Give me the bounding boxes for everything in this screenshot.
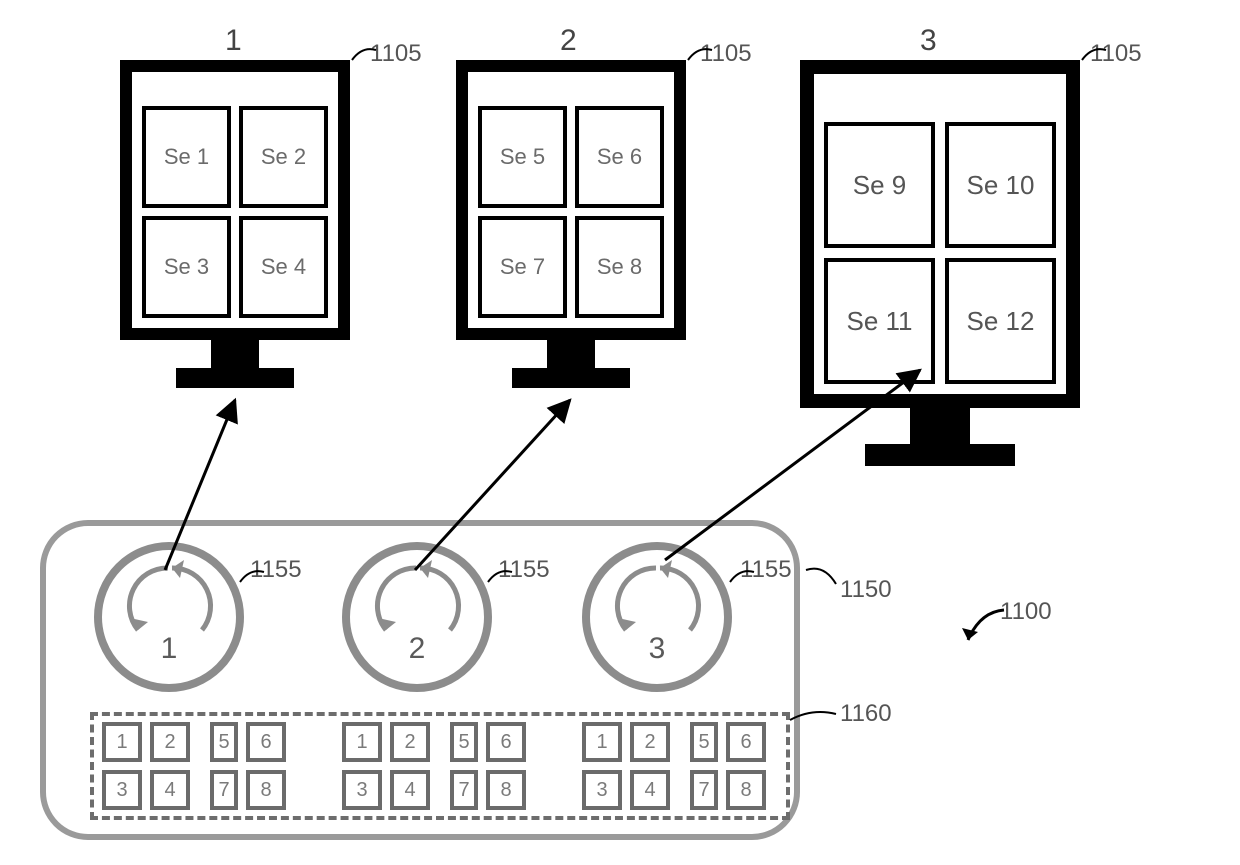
- key-3-7[interactable]: 7: [690, 770, 718, 810]
- key-3-8[interactable]: 8: [726, 770, 766, 810]
- key-1-7[interactable]: 7: [210, 770, 238, 810]
- key-2-5[interactable]: 5: [450, 722, 478, 762]
- monitor-1-base: [176, 368, 294, 388]
- monitor-3-cell-3: Se 11: [824, 258, 935, 384]
- callout-dial-2: 1155: [498, 556, 550, 584]
- callout-dial-3: 1155: [740, 556, 792, 584]
- key-2-1[interactable]: 1: [342, 722, 382, 762]
- monitor-1-neck: [211, 340, 259, 368]
- key-2-2[interactable]: 2: [390, 722, 430, 762]
- monitor-2-cell-3: Se 7: [478, 216, 567, 318]
- key-2-7[interactable]: 7: [450, 770, 478, 810]
- keypad-2: 1 2 5 6 3 4 7 8: [342, 722, 526, 810]
- key-2-6[interactable]: 6: [486, 722, 526, 762]
- monitor-3: Se 9 Se 10 Se 11 Se 12: [800, 60, 1080, 466]
- monitor-1-screen: Se 1 Se 2 Se 3 Se 4: [120, 60, 350, 340]
- key-2-8[interactable]: 8: [486, 770, 526, 810]
- dial-3-number: 3: [649, 632, 666, 666]
- monitor-1: Se 1 Se 2 Se 3 Se 4: [120, 60, 350, 388]
- key-1-4[interactable]: 4: [150, 770, 190, 810]
- rotary-dial-3[interactable]: 3: [582, 542, 732, 692]
- rotary-dial-2[interactable]: 2: [342, 542, 492, 692]
- key-1-6[interactable]: 6: [246, 722, 286, 762]
- key-3-1[interactable]: 1: [582, 722, 622, 762]
- monitor-1-topbar: [132, 72, 338, 106]
- callout-dial-1: 1155: [250, 556, 302, 584]
- rotary-dial-1[interactable]: 1: [94, 542, 244, 692]
- key-1-8[interactable]: 8: [246, 770, 286, 810]
- keypad-1: 1 2 5 6 3 4 7 8: [102, 722, 286, 810]
- callout-panel: 1150: [840, 576, 892, 604]
- key-1-2[interactable]: 2: [150, 722, 190, 762]
- monitor-1-cell-1: Se 1: [142, 106, 231, 208]
- monitor-1-cell-2: Se 2: [239, 106, 328, 208]
- monitor-2-cell-4: Se 8: [575, 216, 664, 318]
- monitor-3-neck: [910, 408, 970, 444]
- callout-monitor-1: 1105: [370, 40, 422, 68]
- key-2-3[interactable]: 3: [342, 770, 382, 810]
- monitor-3-screen: Se 9 Se 10 Se 11 Se 12: [800, 60, 1080, 408]
- key-3-4[interactable]: 4: [630, 770, 670, 810]
- diagram-canvas: 1 2 3 Se 1 Se 2 Se 3 Se 4 Se 5 Se 6 Se 7…: [0, 0, 1240, 865]
- key-2-4[interactable]: 4: [390, 770, 430, 810]
- key-3-2[interactable]: 2: [630, 722, 670, 762]
- monitor-1-label: 1: [225, 24, 242, 58]
- keypad-3: 1 2 5 6 3 4 7 8: [582, 722, 766, 810]
- monitor-3-cell-2: Se 10: [945, 122, 1056, 248]
- monitor-2-base: [512, 368, 630, 388]
- key-1-3[interactable]: 3: [102, 770, 142, 810]
- monitor-1-cell-3: Se 3: [142, 216, 231, 318]
- monitor-2-topbar: [468, 72, 674, 106]
- monitor-3-topbar: [814, 74, 1066, 122]
- callout-figure: 1100: [1000, 598, 1052, 626]
- callout-monitor-3: 1105: [1090, 40, 1142, 68]
- key-3-5[interactable]: 5: [690, 722, 718, 762]
- dial-2-number: 2: [409, 632, 426, 666]
- monitor-3-label: 3: [920, 24, 937, 58]
- key-1-1[interactable]: 1: [102, 722, 142, 762]
- monitor-3-cell-4: Se 12: [945, 258, 1056, 384]
- key-1-5[interactable]: 5: [210, 722, 238, 762]
- monitor-3-base: [865, 444, 1015, 466]
- key-3-3[interactable]: 3: [582, 770, 622, 810]
- key-3-6[interactable]: 6: [726, 722, 766, 762]
- callout-keygroup: 1160: [840, 700, 892, 728]
- monitor-2-label: 2: [560, 24, 577, 58]
- monitor-2-neck: [547, 340, 595, 368]
- monitor-2-screen: Se 5 Se 6 Se 7 Se 8: [456, 60, 686, 340]
- monitor-2-grid: Se 5 Se 6 Se 7 Se 8: [468, 106, 674, 328]
- monitor-3-grid: Se 9 Se 10 Se 11 Se 12: [814, 122, 1066, 394]
- control-panel: 1 2 3 1 2 5: [40, 520, 800, 840]
- monitor-2-cell-2: Se 6: [575, 106, 664, 208]
- callout-monitor-2: 1105: [700, 40, 752, 68]
- monitor-2: Se 5 Se 6 Se 7 Se 8: [456, 60, 686, 388]
- monitor-1-grid: Se 1 Se 2 Se 3 Se 4: [132, 106, 338, 328]
- dial-1-number: 1: [161, 632, 178, 666]
- monitor-2-cell-1: Se 5: [478, 106, 567, 208]
- monitor-3-cell-1: Se 9: [824, 122, 935, 248]
- monitor-1-cell-4: Se 4: [239, 216, 328, 318]
